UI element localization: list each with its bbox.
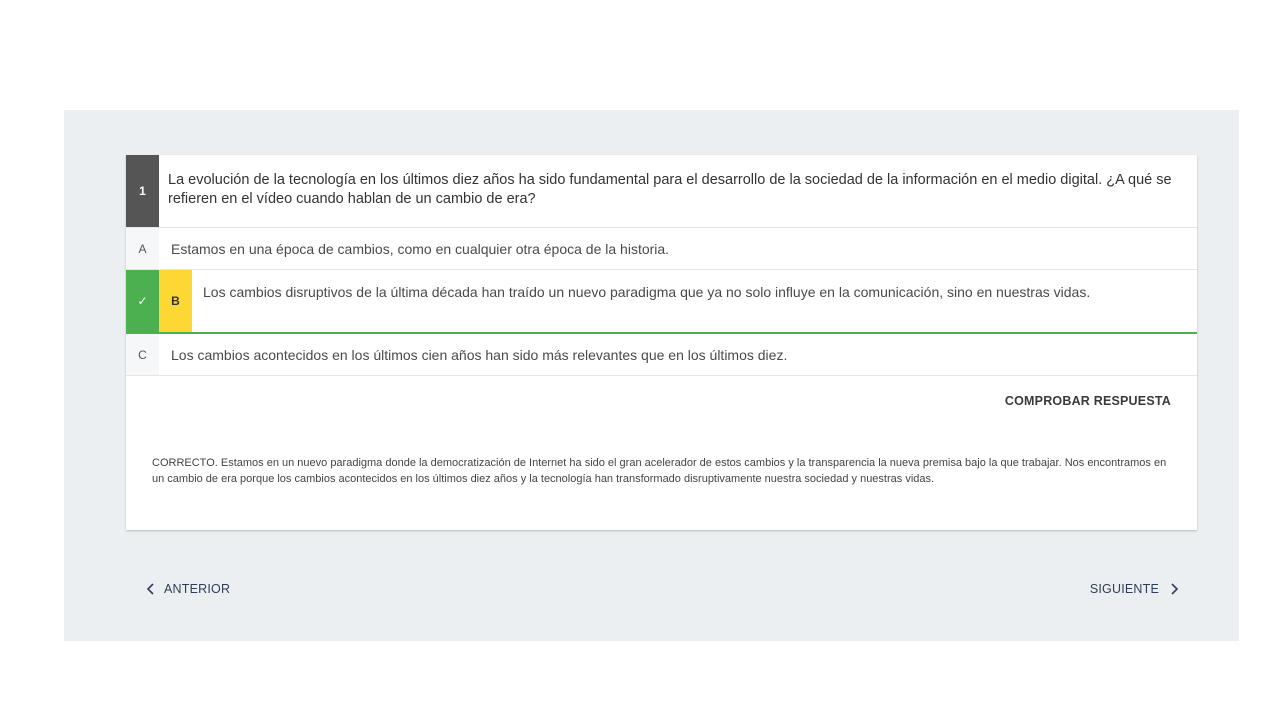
option-a-letter: A xyxy=(126,228,159,269)
chevron-left-icon xyxy=(144,582,158,596)
option-a-text: Estamos en una época de cambios, como en… xyxy=(171,241,670,257)
question-text: La evolución de la tecnología en los últ… xyxy=(168,172,1172,207)
option-b-text: Los cambios disruptivos de la última déc… xyxy=(203,284,1091,300)
option-b[interactable]: ✓ B Los cambios disruptivos de la última… xyxy=(126,270,1197,334)
option-b-letter: B xyxy=(159,270,192,332)
question-card: 1 La evolución de la tecnología en los ú… xyxy=(126,155,1197,530)
question-number: 1 xyxy=(126,155,159,227)
option-c-text: Los cambios acontecidos en los últimos c… xyxy=(171,347,788,363)
feedback-text: CORRECTO. Estamos en un nuevo paradigma … xyxy=(152,457,1167,485)
quiz-panel: 1 La evolución de la tecnología en los ú… xyxy=(64,110,1239,641)
previous-button[interactable]: ANTERIOR xyxy=(144,582,230,596)
option-c-letter: C xyxy=(126,334,159,375)
option-a[interactable]: A Estamos en una época de cambios, como … xyxy=(126,228,1197,270)
checkmark-icon: ✓ xyxy=(126,270,159,332)
previous-label: ANTERIOR xyxy=(164,582,231,596)
check-answer-button[interactable]: COMPROBAR RESPUESTA xyxy=(1005,394,1171,408)
next-button[interactable]: SIGUIENTE xyxy=(1090,582,1181,596)
question-header: 1 La evolución de la tecnología en los ú… xyxy=(126,155,1197,228)
option-c[interactable]: C Los cambios acontecidos en los últimos… xyxy=(126,334,1197,376)
next-label: SIGUIENTE xyxy=(1089,582,1159,596)
chevron-right-icon xyxy=(1167,582,1181,596)
